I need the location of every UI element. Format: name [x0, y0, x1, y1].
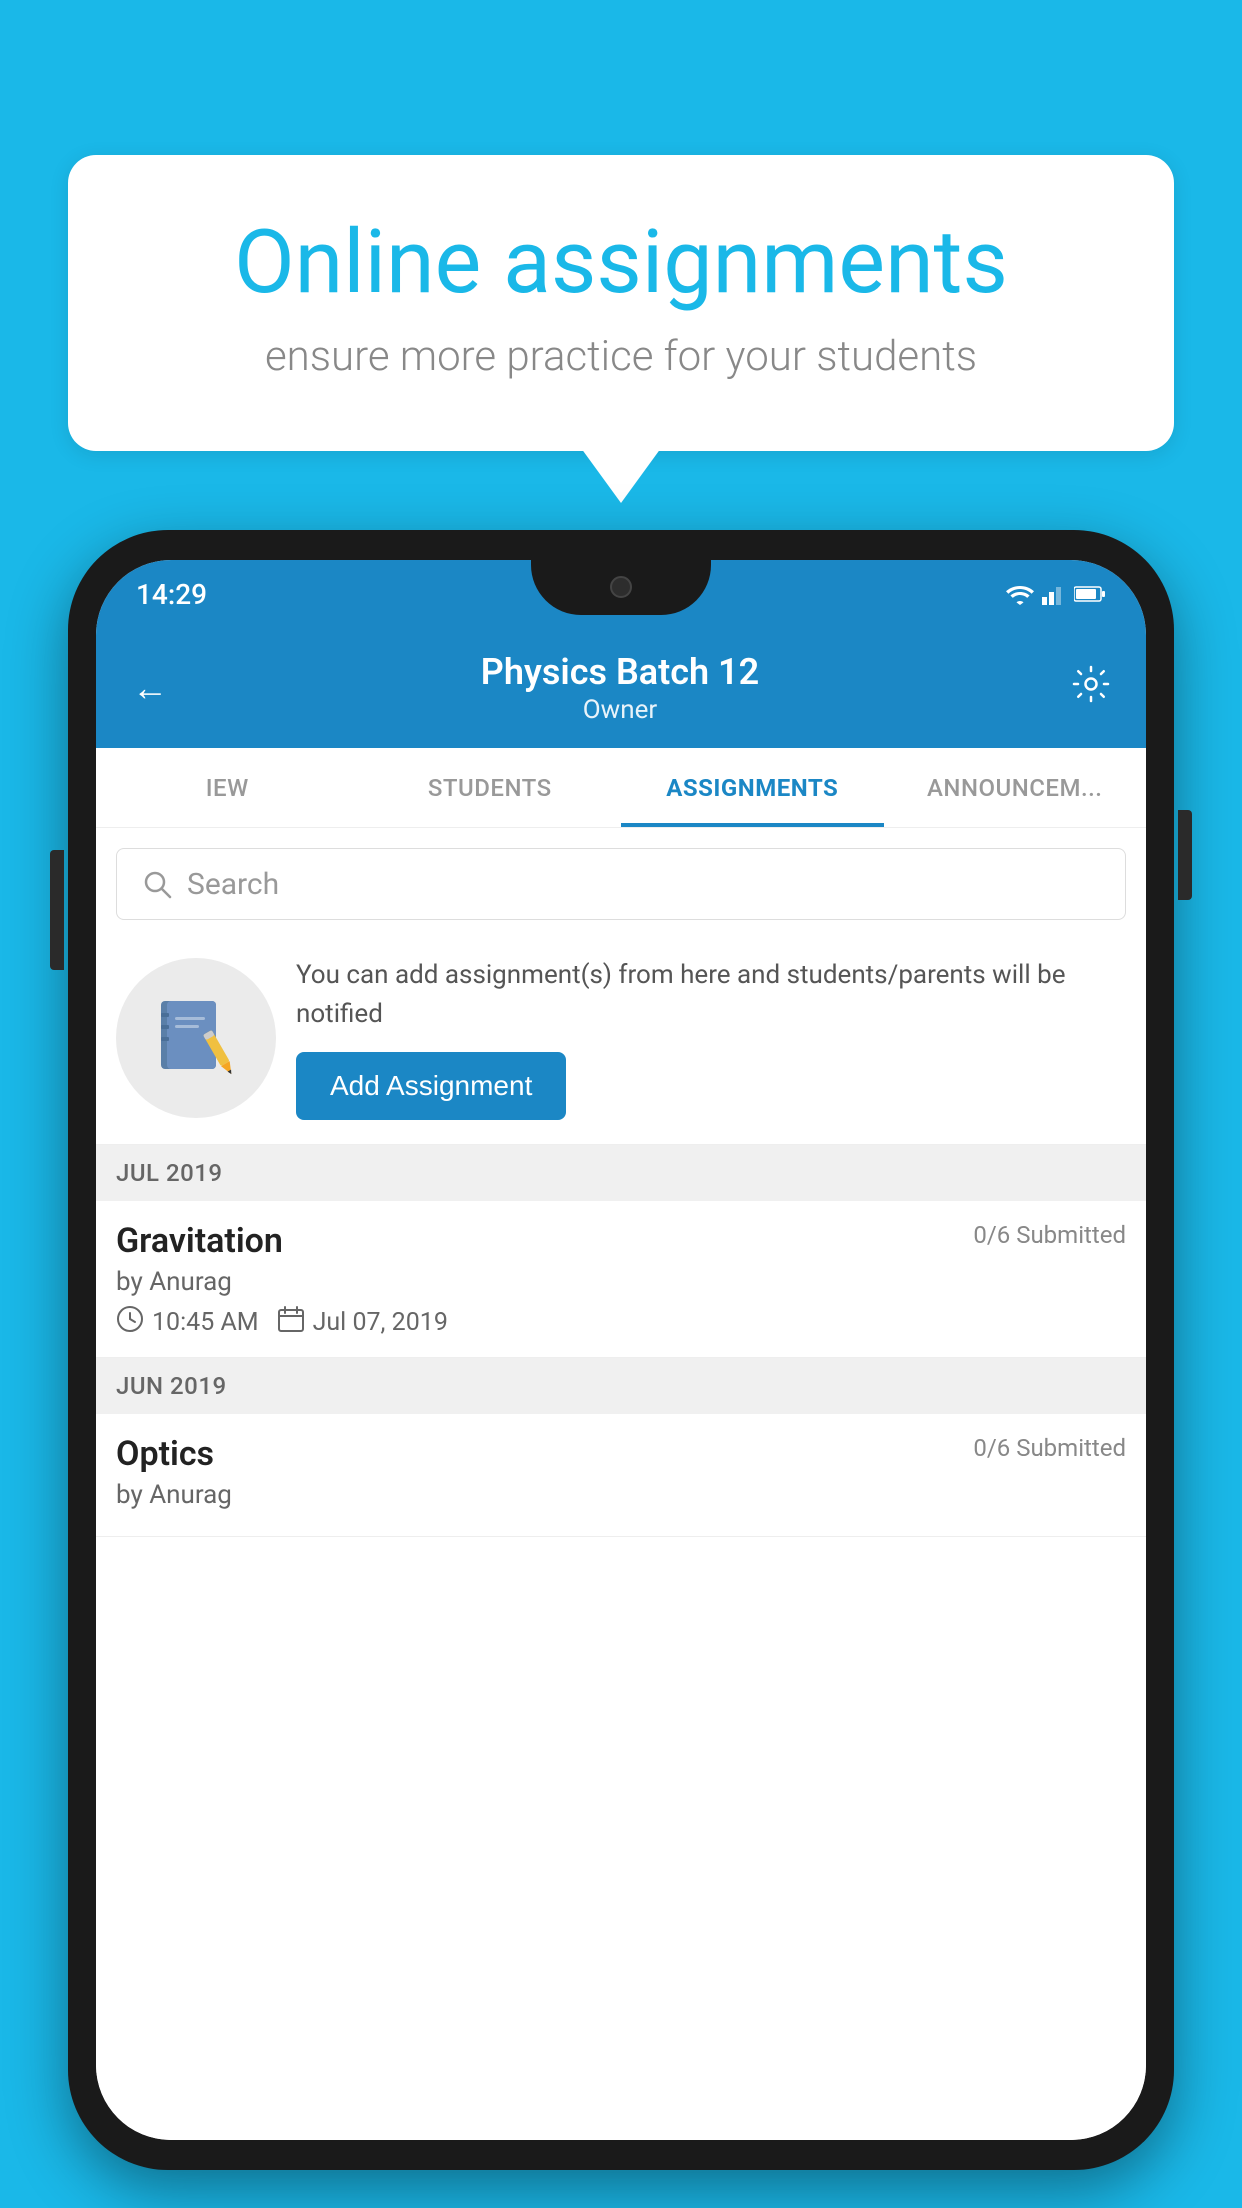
optics-item-top: Optics 0/6 Submitted: [116, 1434, 1126, 1474]
camera-lens: [610, 576, 632, 598]
gear-icon: [1072, 665, 1110, 703]
assignment-meta: 10:45 AM Jul 07, 201: [116, 1305, 1126, 1339]
speech-bubble-subtitle: ensure more practice for your students: [148, 332, 1094, 381]
tab-announcements[interactable]: ANNOUNCEM...: [884, 748, 1147, 827]
assignment-name: Gravitation: [116, 1221, 283, 1261]
speech-bubble-container: Online assignments ensure more practice …: [68, 155, 1174, 451]
assignment-item-top: Gravitation 0/6 Submitted: [116, 1221, 1126, 1261]
tab-students[interactable]: STUDENTS: [359, 748, 622, 827]
phone-screen: 14:29: [96, 560, 1146, 2140]
tabs-bar: IEW STUDENTS ASSIGNMENTS ANNOUNCEM...: [96, 748, 1146, 828]
app-header: ← Physics Batch 12 Owner: [96, 628, 1146, 748]
assignment-item-optics[interactable]: Optics 0/6 Submitted by Anurag: [96, 1414, 1146, 1537]
phone-power-button: [1178, 810, 1192, 900]
assignment-author: by Anurag: [116, 1267, 1126, 1297]
calendar-svg: [277, 1305, 305, 1333]
add-assignment-button[interactable]: Add Assignment: [296, 1052, 566, 1120]
optics-author: by Anurag: [116, 1480, 1126, 1510]
search-bar[interactable]: Search: [116, 848, 1126, 920]
speech-bubble: Online assignments ensure more practice …: [68, 155, 1174, 451]
assignment-description: You can add assignment(s) from here and …: [296, 956, 1126, 1034]
header-title: Physics Batch 12: [481, 651, 759, 693]
optics-name: Optics: [116, 1434, 214, 1474]
assignment-time: 10:45 AM: [152, 1308, 259, 1337]
assignment-item-gravitation[interactable]: Gravitation 0/6 Submitted by Anurag: [96, 1201, 1146, 1358]
meta-date: Jul 07, 2019: [277, 1305, 448, 1339]
add-assignment-block: You can add assignment(s) from here and …: [96, 936, 1146, 1145]
search-placeholder: Search: [187, 867, 279, 902]
clock-icon: [116, 1305, 144, 1339]
clock-svg: [116, 1305, 144, 1333]
assignment-submitted: 0/6 Submitted: [973, 1221, 1126, 1249]
phone-outer-frame: 14:29: [68, 530, 1174, 2170]
notebook-pencil-icon: [151, 993, 241, 1083]
content-area: Search: [96, 828, 1146, 2140]
search-icon: [141, 868, 173, 900]
assignment-text-block: You can add assignment(s) from here and …: [296, 956, 1126, 1120]
tab-assignments[interactable]: ASSIGNMENTS: [621, 748, 884, 827]
section-header-jun: JUN 2019: [96, 1358, 1146, 1414]
meta-time: 10:45 AM: [116, 1305, 259, 1339]
tab-iew[interactable]: IEW: [96, 748, 359, 827]
settings-button[interactable]: [1072, 665, 1110, 712]
calendar-icon: [277, 1305, 305, 1339]
status-time: 14:29: [136, 578, 207, 611]
status-icons: [1006, 583, 1106, 605]
assignment-date: Jul 07, 2019: [313, 1308, 448, 1337]
section-header-jul: JUL 2019: [96, 1145, 1146, 1201]
assignment-icon-circle: [116, 958, 276, 1118]
phone-notch: [531, 560, 711, 615]
wifi-icon: [1006, 583, 1034, 605]
back-button[interactable]: ←: [132, 667, 168, 709]
header-subtitle: Owner: [481, 695, 759, 725]
speech-bubble-title: Online assignments: [148, 215, 1094, 312]
optics-submitted: 0/6 Submitted: [973, 1434, 1126, 1462]
phone-device: 14:29: [68, 530, 1174, 2170]
header-title-block: Physics Batch 12 Owner: [481, 651, 759, 725]
battery-icon: [1074, 585, 1106, 603]
signal-icon: [1042, 583, 1066, 605]
